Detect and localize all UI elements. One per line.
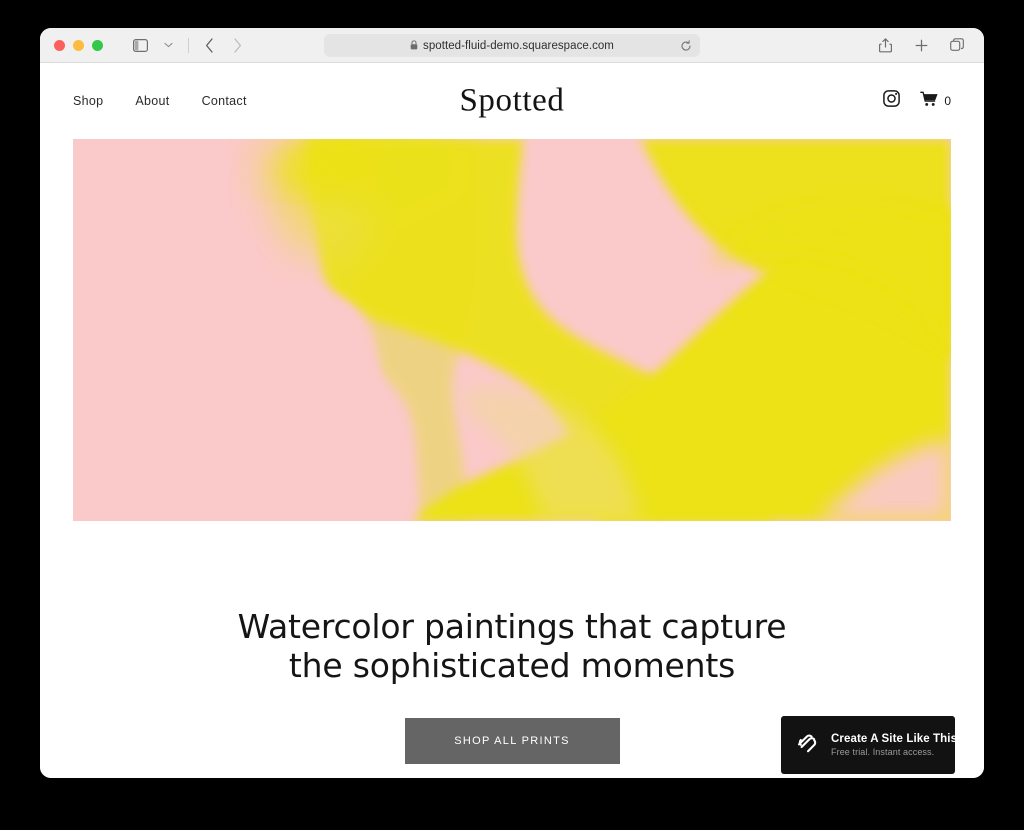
cart-count: 0 — [944, 94, 951, 108]
toolbar-divider — [188, 37, 189, 53]
shop-all-prints-button[interactable]: SHOP ALL PRINTS — [404, 717, 620, 764]
page-headline: Watercolor paintings that capture the so… — [80, 607, 944, 686]
squarespace-badge-subtitle: Free trial. Instant access. — [831, 747, 935, 757]
hero-banner-image — [73, 139, 951, 521]
nav-item-shop[interactable]: Shop — [73, 94, 103, 108]
address-url-text: spotted-fluid-demo.squarespace.com — [423, 39, 614, 52]
hero-artwork — [73, 139, 951, 521]
nav-item-contact[interactable]: Contact — [202, 94, 247, 108]
address-bar-container: spotted-fluid-demo.squarespace.com — [324, 34, 700, 57]
reload-icon[interactable] — [679, 39, 693, 53]
address-content: spotted-fluid-demo.squarespace.com — [410, 37, 614, 55]
squarespace-logo-icon — [795, 730, 820, 760]
headline-line-1: Watercolor paintings that capture — [237, 607, 787, 646]
address-bar[interactable]: spotted-fluid-demo.squarespace.com — [324, 34, 700, 57]
browser-toolbar: spotted-fluid-demo.squarespace.com — [40, 28, 984, 63]
cart-icon — [920, 91, 939, 112]
forward-navigation-icon[interactable] — [224, 33, 250, 57]
traffic-lights — [54, 39, 103, 51]
page-content: Shop About Contact Spotted 0 Watercolor … — [40, 63, 984, 778]
back-navigation-icon[interactable] — [196, 33, 222, 57]
share-icon[interactable] — [872, 33, 898, 57]
headline-line-2: the sophisticated moments — [288, 646, 736, 686]
tab-overview-icon[interactable] — [944, 33, 970, 57]
new-tab-icon[interactable] — [908, 33, 934, 57]
maximize-window-button[interactable] — [92, 39, 103, 51]
header-actions: 0 — [883, 90, 951, 112]
instagram-icon[interactable] — [883, 90, 901, 112]
squarespace-badge-title: Create A Site Like This — [831, 733, 958, 745]
site-logo[interactable]: Spotted — [459, 83, 564, 120]
lock-icon — [410, 37, 418, 55]
squarespace-promo-badge[interactable]: Create A Site Like This Free trial. Inst… — [781, 716, 957, 774]
toolbar-nav-group — [127, 33, 250, 57]
cart-group[interactable]: 0 — [920, 91, 951, 112]
sidebar-toggle-icon[interactable] — [127, 33, 153, 57]
site-navigation: Shop About Contact — [73, 94, 247, 108]
chevron-down-icon[interactable] — [155, 33, 181, 57]
nav-item-about[interactable]: About — [135, 94, 169, 108]
site-header: Shop About Contact Spotted 0 — [40, 63, 984, 139]
browser-window: spotted-fluid-demo.squarespace.com Shop … — [40, 28, 984, 778]
minimize-window-button[interactable] — [73, 39, 84, 51]
squarespace-badge-text: Create A Site Like This Free trial. Inst… — [831, 733, 957, 757]
toolbar-actions — [872, 33, 970, 57]
close-window-button[interactable] — [54, 39, 65, 51]
